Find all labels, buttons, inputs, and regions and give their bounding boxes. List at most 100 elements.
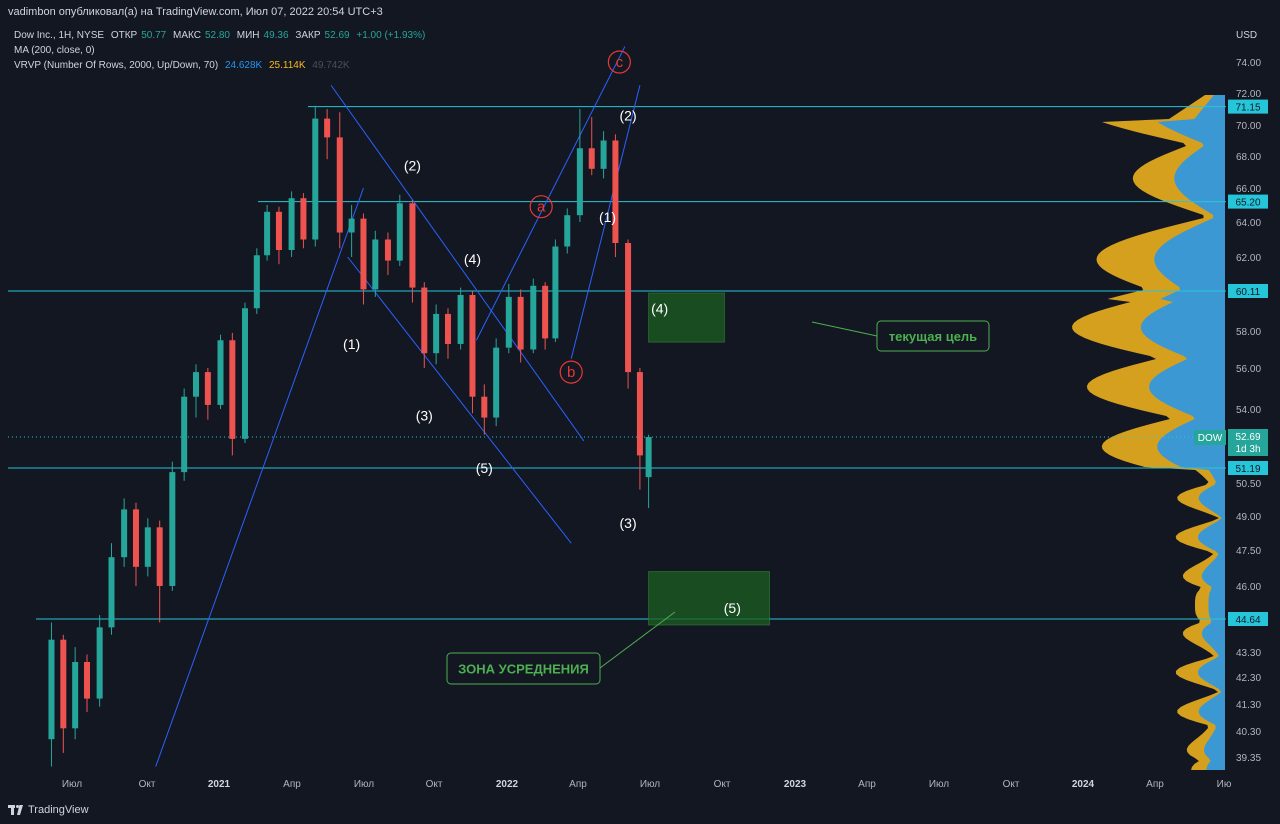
candle-body[interactable] xyxy=(324,118,331,138)
candle-body[interactable] xyxy=(409,203,416,288)
candle-body[interactable] xyxy=(84,662,91,699)
time-tick-label: Апр xyxy=(283,779,301,790)
vrvp-legend[interactable]: VRVP (Number Of Rows, 2000, Up/Down, 70)… xyxy=(14,60,354,71)
time-tick-label: Окт xyxy=(1003,779,1020,790)
time-tick-label: Июл xyxy=(62,779,82,790)
candle-body[interactable] xyxy=(433,313,440,354)
averaging-zone[interactable] xyxy=(648,571,770,626)
candle-body[interactable] xyxy=(60,639,67,729)
candle-body[interactable] xyxy=(625,243,632,373)
candle-body[interactable] xyxy=(384,239,391,261)
candle-body[interactable] xyxy=(612,140,619,244)
wave-label[interactable]: (1) xyxy=(599,209,616,225)
vrvp-label: VRVP (Number Of Rows, 2000, Up/Down, 70) xyxy=(14,60,219,71)
candle-body[interactable] xyxy=(204,372,211,405)
price-tick-label: 47.50 xyxy=(1236,546,1261,557)
candle-body[interactable] xyxy=(600,140,607,169)
candle-body[interactable] xyxy=(181,396,188,473)
candle-body[interactable] xyxy=(396,203,403,261)
wave-label[interactable]: (3) xyxy=(416,407,433,423)
wave-label[interactable]: (5) xyxy=(476,460,493,476)
time-tick-label: Ию xyxy=(1217,779,1232,790)
level-price-label: 71.15 xyxy=(1235,103,1260,114)
wave-label[interactable]: (5) xyxy=(724,600,741,616)
price-tick-label: 41.30 xyxy=(1236,700,1261,711)
candle-body[interactable] xyxy=(360,218,367,290)
candle-body[interactable] xyxy=(444,313,451,344)
candle-body[interactable] xyxy=(552,246,559,339)
price-tick-label: 74.00 xyxy=(1236,58,1261,69)
wave-label[interactable]: (4) xyxy=(464,251,481,267)
candle-body[interactable] xyxy=(275,211,282,250)
candle-body[interactable] xyxy=(217,340,224,405)
averaging-callout-text[interactable]: ЗОНА УСРЕДНЕНИЯ xyxy=(458,662,589,677)
ma-legend[interactable]: MA (200, close, 0) xyxy=(14,45,99,56)
candle-body[interactable] xyxy=(132,509,139,567)
wave-label[interactable]: (2) xyxy=(404,158,421,174)
candle-body[interactable] xyxy=(348,218,355,233)
time-tick-label: Июл xyxy=(640,779,660,790)
price-tick-label: 56.00 xyxy=(1236,364,1261,375)
candle-body[interactable] xyxy=(505,296,512,348)
legend-open: 50.77 xyxy=(141,30,167,41)
candle-body[interactable] xyxy=(229,340,236,439)
candle-body[interactable] xyxy=(372,239,379,290)
candle-body[interactable] xyxy=(72,662,79,729)
candle-body[interactable] xyxy=(493,347,500,418)
candle-body[interactable] xyxy=(481,396,488,418)
candle-body[interactable] xyxy=(96,627,103,699)
price-tick-label: 50.50 xyxy=(1236,479,1261,490)
candle-body[interactable] xyxy=(645,437,652,478)
wave-label[interactable]: (3) xyxy=(620,515,637,531)
price-chart[interactable]: (1) (2) (3) (4) (5) a b c (1) (2) (3) (4) (5) текущая… xyxy=(0,0,1280,824)
time-tick-label: 2021 xyxy=(208,779,231,790)
level-price-label: 51.19 xyxy=(1235,464,1260,475)
candle-body[interactable] xyxy=(253,255,260,309)
candle-body[interactable] xyxy=(48,639,55,740)
candle-body[interactable] xyxy=(564,215,571,247)
candle-body[interactable] xyxy=(530,285,537,350)
candle-body[interactable] xyxy=(457,294,464,344)
candle-body[interactable] xyxy=(576,148,583,216)
candle-body[interactable] xyxy=(241,308,248,439)
legend-high: 52.80 xyxy=(204,30,230,41)
candle-body[interactable] xyxy=(542,285,549,339)
tradingview-logo[interactable]: TradingView xyxy=(8,804,89,816)
candle-body[interactable] xyxy=(588,148,595,169)
candle-body[interactable] xyxy=(517,296,524,350)
tradingview-icon xyxy=(8,805,24,815)
candle-body[interactable] xyxy=(421,287,428,354)
price-tick-label: 62.00 xyxy=(1236,253,1261,264)
candle-body[interactable] xyxy=(169,472,176,586)
candle-body[interactable] xyxy=(108,557,115,628)
candle-body[interactable] xyxy=(193,372,200,397)
wave-label[interactable]: b xyxy=(567,364,575,381)
axis-currency: USD xyxy=(1236,30,1257,41)
symbol-legend: Dow Inc., 1H, NYSE ОТКР 50.77 МАКС 52.80 М… xyxy=(14,30,429,41)
legend-open-label: ОТКР xyxy=(110,30,138,41)
wave-label[interactable]: (1) xyxy=(343,336,360,352)
price-tick-label: 40.30 xyxy=(1236,727,1261,738)
candle-body[interactable] xyxy=(336,137,343,233)
candle-body[interactable] xyxy=(288,198,295,250)
candle-body[interactable] xyxy=(636,372,643,456)
legend-symbol[interactable]: Dow Inc., 1H, NYSE xyxy=(14,30,104,41)
candle-body[interactable] xyxy=(156,527,163,586)
target-callout-text[interactable]: текущая цель xyxy=(889,329,977,344)
wave-label[interactable]: a xyxy=(537,199,546,216)
candle-body[interactable] xyxy=(312,118,319,240)
ma-label: MA (200, close, 0) xyxy=(14,45,95,56)
candle-body[interactable] xyxy=(121,509,128,558)
price-tick-label: 70.00 xyxy=(1236,121,1261,132)
candle-body[interactable] xyxy=(469,294,476,397)
wave-label[interactable]: (2) xyxy=(620,107,637,123)
vrvp-total: 49.742K xyxy=(312,60,350,71)
wave-label[interactable]: (4) xyxy=(651,300,668,316)
candle-body[interactable] xyxy=(144,527,151,567)
level-price-label: 60.11 xyxy=(1236,287,1261,298)
candle-body[interactable] xyxy=(264,211,271,256)
wave-label[interactable]: c xyxy=(616,54,624,71)
time-tick-label: Окт xyxy=(139,779,156,790)
candle-body[interactable] xyxy=(300,198,307,240)
time-tick-label: Окт xyxy=(714,779,731,790)
